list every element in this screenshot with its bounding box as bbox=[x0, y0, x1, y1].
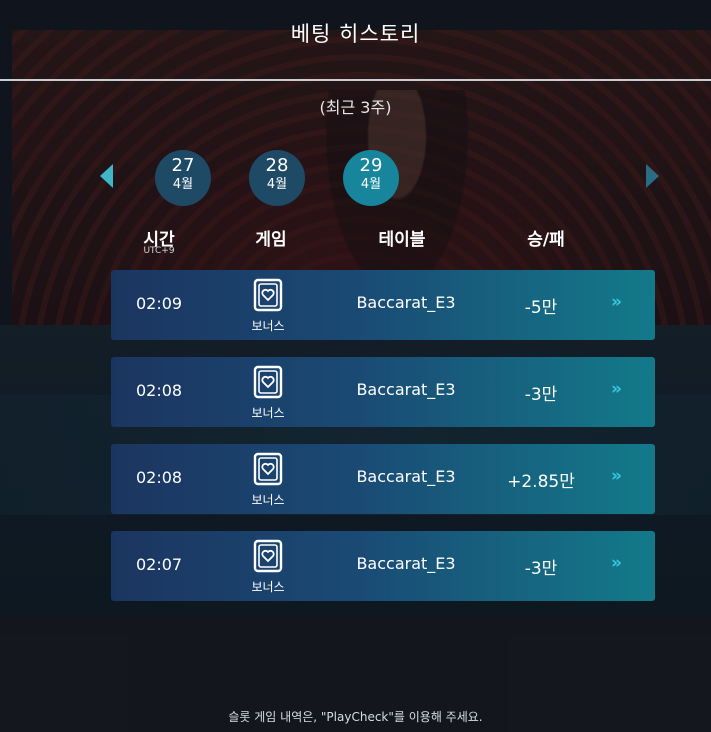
bonus-card-icon bbox=[253, 278, 283, 312]
next-dates-arrow-icon[interactable] bbox=[646, 164, 659, 188]
chevron-right-icon[interactable]: » bbox=[611, 379, 622, 399]
date-button-27[interactable]: 27 4월 bbox=[155, 150, 211, 206]
row-time: 02:08 bbox=[136, 468, 183, 487]
row-result: -3만 bbox=[524, 559, 558, 579]
row-result: -5만 bbox=[524, 298, 558, 318]
row-time: 02:08 bbox=[136, 381, 183, 400]
row-table: Baccarat_E3 bbox=[356, 293, 456, 312]
row-game: 보너스 bbox=[251, 319, 285, 333]
date-month: 4월 bbox=[360, 177, 382, 192]
column-header-table: 테이블 bbox=[378, 230, 426, 250]
betting-history-panel: 베팅 히스토리 (최근 3주) 27 4월 28 4월 29 4월 시간 UTC… bbox=[0, 0, 711, 732]
page-title: 베팅 히스토리 bbox=[290, 22, 421, 46]
column-header-timezone: UTC+9 bbox=[143, 246, 175, 256]
history-row[interactable]: 02:07 보너스 Baccarat_E3 -3만 » bbox=[111, 531, 655, 601]
date-button-28[interactable]: 28 4월 bbox=[249, 150, 305, 206]
history-row[interactable]: 02:08 보너스 Baccarat_E3 +2.85만 » bbox=[111, 444, 655, 514]
previous-dates-arrow-icon[interactable] bbox=[100, 164, 113, 188]
column-header-result: 승/패 bbox=[527, 230, 565, 250]
history-row[interactable]: 02:09 보너스 Baccarat_E3 -5만 » bbox=[111, 270, 655, 340]
date-month: 4월 bbox=[266, 177, 288, 192]
chevron-right-icon[interactable]: » bbox=[611, 553, 622, 573]
date-button-29-selected[interactable]: 29 4월 bbox=[343, 150, 399, 206]
bonus-card-icon bbox=[253, 539, 283, 573]
row-table: Baccarat_E3 bbox=[356, 467, 456, 486]
date-day: 27 bbox=[171, 155, 195, 176]
date-day: 29 bbox=[359, 155, 383, 176]
playcheck-notice: 슬롯 게임 내역은, "PlayCheck"를 이용해 주세요. bbox=[228, 710, 483, 724]
period-subtitle: (최근 3주) bbox=[319, 98, 392, 117]
title-divider bbox=[0, 79, 711, 81]
chevron-right-icon[interactable]: » bbox=[611, 466, 622, 486]
history-row[interactable]: 02:08 보너스 Baccarat_E3 -3만 » bbox=[111, 357, 655, 427]
date-day: 28 bbox=[265, 155, 289, 176]
bonus-card-icon bbox=[253, 365, 283, 399]
row-result: -3만 bbox=[524, 385, 558, 405]
bonus-card-icon bbox=[253, 452, 283, 486]
row-table: Baccarat_E3 bbox=[356, 380, 456, 399]
row-result: +2.85만 bbox=[507, 472, 575, 492]
row-time: 02:07 bbox=[136, 555, 183, 574]
row-game: 보너스 bbox=[251, 493, 285, 507]
row-game: 보너스 bbox=[251, 580, 285, 594]
date-month: 4월 bbox=[172, 177, 194, 192]
row-game: 보너스 bbox=[251, 406, 285, 420]
column-header-game: 게임 bbox=[255, 230, 287, 250]
row-time: 02:09 bbox=[136, 294, 183, 313]
chevron-right-icon[interactable]: » bbox=[611, 292, 622, 312]
row-table: Baccarat_E3 bbox=[356, 554, 456, 573]
